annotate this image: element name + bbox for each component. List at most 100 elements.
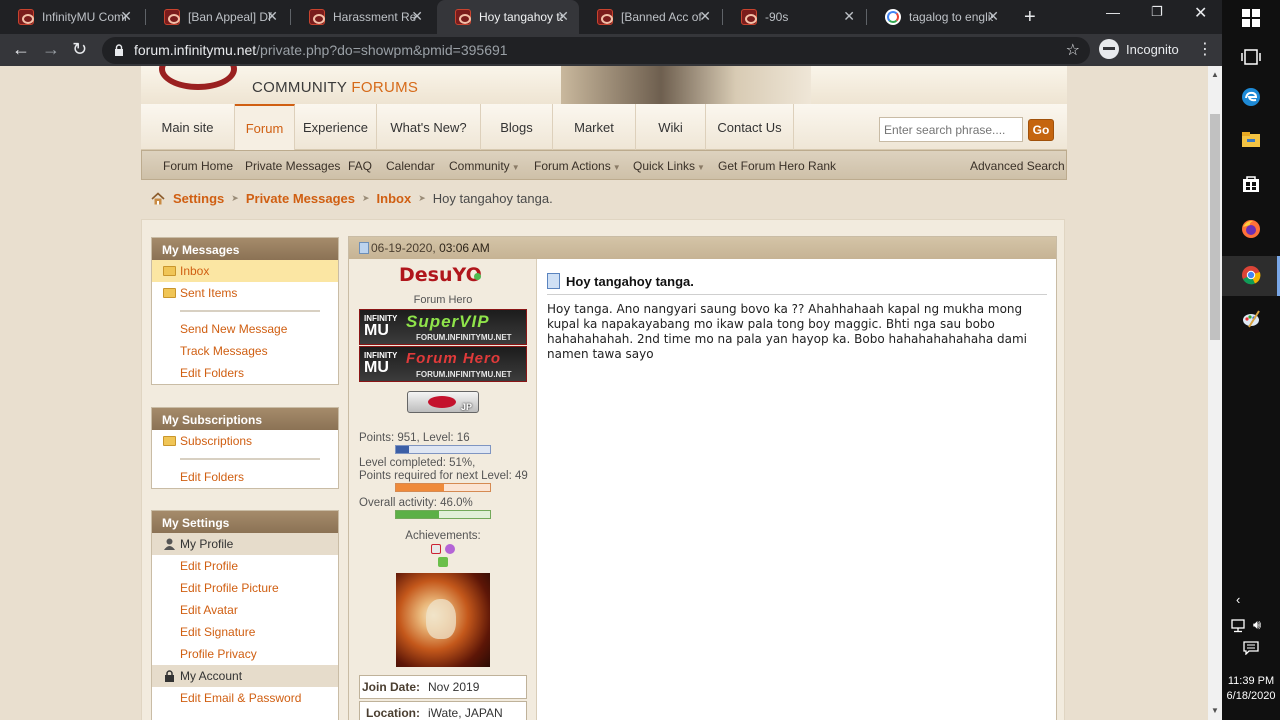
subnav-forum-home[interactable]: Forum Home <box>163 159 233 173</box>
incognito-indicator[interactable]: Incognito <box>1099 39 1179 59</box>
folder-icon <box>163 266 176 276</box>
achievement-badge-icon[interactable] <box>445 544 455 554</box>
nav-tab-main-site[interactable]: Main site <box>141 104 235 150</box>
sidebar-item-edit-signature[interactable]: Edit Signature <box>152 621 338 643</box>
browser-tab-strip: InfinityMU Comm ✕ [Ban Appeal] DF ✕ Hara… <box>0 0 1222 34</box>
show-hidden-icons-chevron-icon[interactable]: ‹ <box>1236 592 1240 607</box>
subnav-forum-actions[interactable]: Forum Actions ▼ <box>534 159 621 173</box>
scroll-down-icon[interactable]: ▼ <box>1211 706 1219 715</box>
sidebar-item-sent-items[interactable]: Sent Items <box>152 282 338 304</box>
dropdown-caret-icon: ▼ <box>511 163 520 172</box>
username-link[interactable]: DesuYO <box>399 264 482 286</box>
minimize-icon[interactable]: — <box>1106 4 1120 20</box>
dropdown-caret-icon: ▼ <box>697 163 705 172</box>
browser-tab[interactable]: [Banned Acc of C ✕ <box>579 0 721 34</box>
close-tab-icon[interactable]: ✕ <box>557 9 569 23</box>
breadcrumb-inbox[interactable]: Inbox <box>377 191 412 206</box>
action-center-icon[interactable] <box>1243 641 1259 655</box>
nav-tab-blogs[interactable]: Blogs <box>481 104 553 150</box>
clock-time[interactable]: 11:39 PM <box>1222 675 1280 687</box>
scroll-up-icon[interactable]: ▲ <box>1211 70 1219 79</box>
windows-start-icon[interactable] <box>1241 8 1261 28</box>
home-icon[interactable] <box>151 192 165 205</box>
nav-tab-experience[interactable]: Experience <box>295 104 377 150</box>
paint-app-icon[interactable] <box>1241 309 1261 329</box>
nav-tab-wiki[interactable]: Wiki <box>636 104 706 150</box>
back-icon[interactable]: ← <box>12 39 30 60</box>
nav-tab-forum[interactable]: Forum <box>235 104 295 150</box>
chrome-icon[interactable] <box>1241 265 1261 285</box>
subnav-private-messages[interactable]: Private Messages <box>245 159 340 173</box>
achievement-badge-icon[interactable] <box>431 544 441 554</box>
reload-icon[interactable]: ↻ <box>72 39 87 60</box>
forward-icon[interactable]: → <box>42 39 60 60</box>
achievement-badge-icon[interactable] <box>438 557 448 567</box>
sidebar-item-inbox[interactable]: Inbox <box>152 260 338 282</box>
subnav-faq[interactable]: FAQ <box>348 159 372 173</box>
sidebar-item-track-messages[interactable]: Track Messages <box>152 340 338 362</box>
sidebar-item-edit-avatar[interactable]: Edit Avatar <box>152 599 338 621</box>
sidebar-item-send-new-message[interactable]: Send New Message <box>152 318 338 340</box>
close-tab-icon[interactable]: ✕ <box>699 9 711 23</box>
subnav-community[interactable]: Community ▼ <box>449 159 520 173</box>
microsoft-store-icon[interactable] <box>1241 174 1261 194</box>
activity-bar <box>395 510 491 519</box>
browser-tab[interactable]: tagalog to englis ✕ <box>867 0 1009 34</box>
breadcrumb-private-messages[interactable]: Private Messages <box>246 191 355 206</box>
browser-tab-active[interactable]: Hoy tangahoy ta ✕ <box>437 0 579 34</box>
search-input[interactable] <box>879 117 1023 142</box>
nav-tab-market[interactable]: Market <box>553 104 636 150</box>
infinitymu-favicon-icon <box>164 9 180 25</box>
volume-icon[interactable]: 🔊︎ <box>1253 617 1261 633</box>
close-tab-icon[interactable]: ✕ <box>411 9 423 23</box>
overall-activity: Overall activity: 46.0% <box>359 497 473 509</box>
infinitymu-favicon-icon <box>597 9 613 25</box>
search-go-button[interactable]: Go <box>1028 119 1054 141</box>
sidebar-item-edit-email-password[interactable]: Edit Email & Password <box>152 687 338 709</box>
sidebar-item-subscriptions[interactable]: Subscriptions <box>152 430 338 452</box>
sidebar-item-profile-privacy[interactable]: Profile Privacy <box>152 643 338 665</box>
forum-header: COMMUNITY FORUMS <box>141 66 1067 104</box>
bookmark-star-icon[interactable]: ☆ <box>1066 37 1080 64</box>
clock-date[interactable]: 6/18/2020 <box>1222 690 1280 702</box>
file-explorer-icon[interactable] <box>1241 130 1261 150</box>
user-avatar[interactable] <box>396 573 490 667</box>
close-tab-icon[interactable]: ✕ <box>987 9 999 23</box>
sidebar-item-edit-profile[interactable]: Edit Profile <box>152 555 338 577</box>
message-line: namen tawa sayo <box>547 347 654 361</box>
browser-tab[interactable]: InfinityMU Comm ✕ <box>0 0 142 34</box>
breadcrumb-settings[interactable]: Settings <box>173 191 224 206</box>
firefox-icon[interactable] <box>1241 219 1261 239</box>
message-line: kupal ka napakayabang mo ikaw pala tong … <box>547 317 995 331</box>
document-icon <box>547 273 560 289</box>
sidebar-item-edit-profile-picture[interactable]: Edit Profile Picture <box>152 577 338 599</box>
scrollbar-thumb[interactable] <box>1210 114 1220 340</box>
divider <box>152 304 338 318</box>
network-icon[interactable] <box>1231 619 1247 633</box>
page-scrollbar[interactable]: ▲ ▼ <box>1208 66 1222 720</box>
online-status-icon <box>474 273 481 280</box>
browser-menu-icon[interactable]: ⋮ <box>1197 39 1213 59</box>
close-tab-icon[interactable]: ✕ <box>843 9 855 23</box>
sidebar-item-edit-folders[interactable]: Edit Folders <box>152 362 338 384</box>
edge-browser-icon[interactable] <box>1241 87 1261 107</box>
browser-tab[interactable]: Harassment Repo ✕ <box>291 0 433 34</box>
subnav-get-forum-hero-rank[interactable]: Get Forum Hero Rank <box>718 159 836 173</box>
close-window-icon[interactable]: ✕ <box>1194 3 1207 23</box>
restore-icon[interactable]: ❐ <box>1151 4 1163 20</box>
browser-tab[interactable]: [Ban Appeal] DF ✕ <box>146 0 288 34</box>
browser-tab[interactable]: -90s ✕ <box>723 0 865 34</box>
subnav-quick-links[interactable]: Quick Links ▼ <box>633 159 705 173</box>
subnav-calendar[interactable]: Calendar <box>386 159 435 173</box>
sidebar-item-edit-folders[interactable]: Edit Folders <box>152 466 338 488</box>
new-tab-icon[interactable]: + <box>1024 6 1036 29</box>
task-view-icon[interactable] <box>1241 47 1261 67</box>
nav-tab-contact-us[interactable]: Contact Us <box>706 104 794 150</box>
close-tab-icon[interactable]: ✕ <box>266 9 278 23</box>
address-bar[interactable]: forum.infinitymu.net/private.php?do=show… <box>102 37 1090 64</box>
tab-title: tagalog to englis <box>909 10 993 24</box>
infinitymu-logo[interactable] <box>159 66 237 90</box>
nav-tab-whats-new[interactable]: What's New? <box>377 104 481 150</box>
close-tab-icon[interactable]: ✕ <box>120 9 132 23</box>
advanced-search-link[interactable]: Advanced Search <box>970 159 1065 173</box>
